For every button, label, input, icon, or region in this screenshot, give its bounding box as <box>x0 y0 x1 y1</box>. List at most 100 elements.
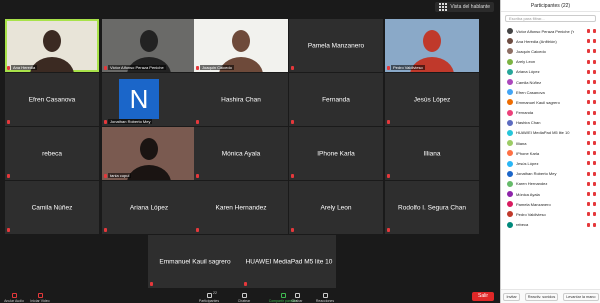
participant-video-tile[interactable]: Camila Núñez <box>5 181 99 234</box>
video-off-icon <box>593 141 596 146</box>
participant-video-tile[interactable]: Joaquin Caicedo <box>194 19 288 72</box>
participant-row[interactable]: Mónica Ayala <box>501 189 600 199</box>
end-meeting-button[interactable]: Salir <box>472 292 494 301</box>
participant-row[interactable]: Hashira Chan <box>501 118 600 128</box>
avatar <box>507 79 513 86</box>
participant-name: Ariana López <box>129 204 169 211</box>
muted-mic-icon <box>587 59 590 64</box>
participant-row[interactable]: Jesús López <box>501 158 600 168</box>
participant-row[interactable]: Joaquin Caicedo <box>501 46 600 56</box>
toolbar-label: Iniciar Video <box>30 299 50 303</box>
participant-video-tile[interactable]: Ana Heredia <box>5 19 99 72</box>
muted-mic-icon <box>196 66 199 70</box>
participant-search-input[interactable]: Escriba para filtrar... <box>505 15 596 22</box>
muted-mic-icon <box>587 222 590 227</box>
start-video-button[interactable]: Iniciar Video <box>28 289 52 303</box>
participant-row-name: Camila Núñez <box>516 79 542 85</box>
participant-row[interactable]: Illiana <box>501 138 600 148</box>
participant-video-tile[interactable]: N Jonathan Roberto Mey <box>102 73 196 126</box>
speaker-view-button[interactable]: Vista del hablante <box>435 2 494 12</box>
participant-video-tile[interactable]: Efren Casanova <box>5 73 99 126</box>
participant-row-name: Ana Heredia (Anfitrión) <box>516 38 557 44</box>
raise-hand-button[interactable]: Levantar la mano <box>563 292 599 301</box>
panel-title: Participantes (22) <box>501 0 600 12</box>
participant-row[interactable]: Pamela Manzanero <box>501 199 600 209</box>
participants-button[interactable]: 22 Participantes <box>196 289 222 303</box>
participant-row[interactable]: Emmanuel Kauil sagrero <box>501 97 600 107</box>
mute-audio-button[interactable]: Anular Audio <box>2 289 26 303</box>
participant-video-tile[interactable]: rebeca <box>5 127 99 180</box>
participant-row-name: Jonathan Roberto Mey <box>516 171 557 177</box>
invite-button[interactable]: Invitar <box>503 292 520 301</box>
participant-video-tile[interactable]: Mónica Ayala <box>194 127 288 180</box>
participant-row[interactable]: Jonathan Roberto Mey <box>501 169 600 179</box>
muted-mic-icon <box>291 120 294 124</box>
chat-button[interactable]: Chatear <box>232 289 256 303</box>
participant-row[interactable]: Camila Núñez <box>501 77 600 87</box>
participant-status-icons <box>587 79 596 84</box>
participant-video-tile[interactable]: HUAWEI MediaPad M5 lite 10 <box>242 235 336 288</box>
participant-video-tile[interactable]: Victor Alfonso Peraza Peniche <box>102 19 196 72</box>
avatar <box>507 150 513 157</box>
avatar <box>507 68 513 75</box>
muted-mic-icon <box>587 212 590 217</box>
participant-row[interactable]: Karen Hernandez <box>501 179 600 189</box>
participant-row[interactable]: Victor Alfonso Peraza Peniche (Yo) <box>501 26 600 36</box>
muted-mic-icon <box>587 171 590 176</box>
record-button[interactable]: Grabar <box>288 289 306 303</box>
participant-row[interactable]: Ariana López <box>501 67 600 77</box>
participant-name: Jonathan Roberto Mey <box>108 119 153 124</box>
participant-video-tile[interactable]: Pedro Valdivieso <box>385 19 479 72</box>
participant-row[interactable]: Ana Heredia (Anfitrión) <box>501 36 600 46</box>
participant-video-tile[interactable]: tania cupul <box>102 127 196 180</box>
muted-mic-icon <box>104 66 107 70</box>
participant-row[interactable]: rebeca <box>501 220 600 230</box>
participant-row[interactable]: Pedro Valdivieso <box>501 209 600 219</box>
participants-icon <box>206 293 212 298</box>
participant-row[interactable]: Fernanda <box>501 108 600 118</box>
participant-video-tile[interactable]: Rodolfo I. Segura Chan <box>385 181 479 234</box>
participant-row-name: Mónica Ayala <box>516 191 540 197</box>
participant-row-name: Victor Alfonso Peraza Peniche (Yo) <box>516 28 574 34</box>
participant-status-icons <box>587 151 596 156</box>
participant-row-name: IPhone Karla <box>516 150 540 156</box>
participant-video-tile[interactable]: Jesús López <box>385 73 479 126</box>
participant-video-tile[interactable]: Fernanda <box>289 73 383 126</box>
participant-video-tile[interactable]: Arely Leon <box>289 181 383 234</box>
muted-mic-icon <box>196 228 199 232</box>
participant-video-tile[interactable]: Illiana <box>385 127 479 180</box>
reactions-button[interactable]: Reacciones <box>314 289 336 303</box>
avatar <box>507 221 513 228</box>
participant-status-icons <box>587 130 596 135</box>
video-off-icon <box>593 90 596 95</box>
unmute-all-button[interactable]: Reactiv. sonidos <box>524 292 559 301</box>
participant-status-icons <box>587 59 596 64</box>
muted-mic-icon <box>587 181 590 186</box>
participant-row[interactable]: Efren Casanova <box>501 87 600 97</box>
participant-row[interactable]: Arely Leon <box>501 57 600 67</box>
participant-video-tile[interactable]: Ariana López <box>102 181 196 234</box>
participant-status-icons <box>587 181 596 186</box>
video-off-icon <box>593 79 596 84</box>
avatar <box>507 180 513 187</box>
participant-video-tile[interactable]: IPhone Karla <box>289 127 383 180</box>
participant-name: tania cupul <box>108 173 132 178</box>
participant-row[interactable]: HUAWEI MediaPad M5 lite 10 <box>501 128 600 138</box>
avatar <box>507 48 513 55</box>
participant-video-tile[interactable]: Karen Hernandez <box>194 181 288 234</box>
participant-list: Victor Alfonso Peraza Peniche (Yo) Ana He… <box>501 26 600 289</box>
participants-count: 22 <box>213 291 217 295</box>
muted-mic-icon <box>196 120 199 124</box>
participant-status-icons <box>587 202 596 207</box>
participant-row[interactable]: IPhone Karla <box>501 148 600 158</box>
participant-name: Jesús López <box>413 96 451 103</box>
meeting-toolbar: Anular Audio Iniciar Video 22 Participantes… <box>0 289 500 303</box>
video-off-icon <box>593 49 596 54</box>
participant-video-tile[interactable]: Pamela Manzanero <box>289 19 383 72</box>
muted-mic-icon <box>387 174 390 178</box>
video-off-icon <box>593 29 596 33</box>
participant-video-tile[interactable]: Hashira Chan <box>194 73 288 126</box>
video-off-icon <box>593 130 596 135</box>
participant-video-tile[interactable]: Emmanuel Kauil sagrero <box>148 235 242 288</box>
participant-name: Emmanuel Kauil sagrero <box>159 258 231 265</box>
